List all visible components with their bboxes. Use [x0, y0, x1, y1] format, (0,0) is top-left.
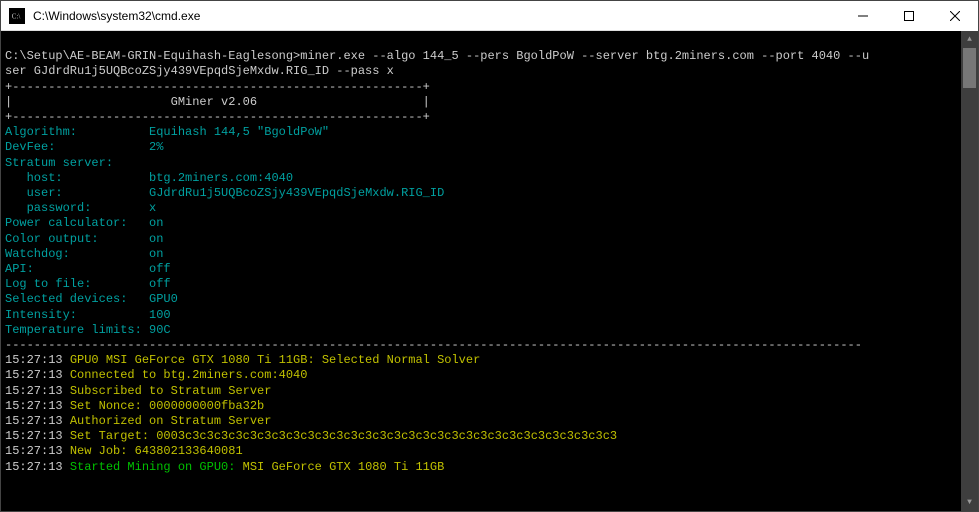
cfg-label: Color output: on — [5, 232, 163, 246]
cmd-icon: C:\ — [9, 8, 25, 24]
cfg-label: Selected devices: GPU0 — [5, 292, 178, 306]
titlebar[interactable]: C:\ C:\Windows\system32\cmd.exe — [1, 1, 978, 31]
cfg-label: API: off — [5, 262, 171, 276]
minimize-button[interactable] — [840, 1, 886, 31]
terminal-output[interactable]: C:\Setup\AE-BEAM-GRIN-Equihash-Eaglesong… — [1, 31, 978, 511]
log-line: 15:27:13 New Job: 643802133640081 — [5, 444, 243, 458]
cfg-label: password: x — [5, 201, 156, 215]
log-line: 15:27:13 Set Target: 0003c3c3c3c3c3c3c3c… — [5, 429, 617, 443]
cmd-window: C:\ C:\Windows\system32\cmd.exe C:\Setup… — [0, 0, 979, 512]
svg-text:C:\: C:\ — [12, 12, 21, 20]
log-line: 15:27:13 Authorized on Stratum Server — [5, 414, 271, 428]
cfg-label: DevFee: 2% — [5, 140, 163, 154]
close-button[interactable] — [932, 1, 978, 31]
cfg-label: user: GJdrdRu1j5UQBcoZSjy439VEpqdSjeMxdw… — [5, 186, 444, 200]
maximize-button[interactable] — [886, 1, 932, 31]
scroll-up-icon[interactable]: ▲ — [961, 31, 978, 48]
cfg-label: host: btg.2miners.com:4040 — [5, 171, 293, 185]
window-controls — [840, 1, 978, 31]
banner-border: +---------------------------------------… — [5, 80, 430, 94]
cfg-label: Intensity: 100 — [5, 308, 171, 322]
cfg-label: Watchdog: on — [5, 247, 163, 261]
cfg-label: Temperature limits: 90C — [5, 323, 171, 337]
scroll-track[interactable] — [961, 48, 978, 494]
log-line: 15:27:13 Connected to btg.2miners.com:40… — [5, 368, 307, 382]
prompt-line: ser GJdrdRu1j5UQBcoZSjy439VEpqdSjeMxdw.R… — [5, 64, 394, 78]
vertical-scrollbar[interactable]: ▲ ▼ — [961, 31, 978, 511]
scroll-thumb[interactable] — [963, 48, 976, 88]
log-line: 15:27:13 Set Nonce: 0000000000fba32b — [5, 399, 264, 413]
cfg-label: Power calculator: on — [5, 216, 163, 230]
content: C:\Setup\AE-BEAM-GRIN-Equihash-Eaglesong… — [5, 49, 974, 475]
prompt-line: C:\Setup\AE-BEAM-GRIN-Equihash-Eaglesong… — [5, 49, 869, 63]
log-line: 15:27:13 GPU0 MSI GeForce GTX 1080 Ti 11… — [5, 353, 480, 367]
banner-border: +---------------------------------------… — [5, 110, 430, 124]
banner-title: | GMiner v2.06 | — [5, 95, 430, 109]
log-line: 15:27:13 Started Mining on GPU0: MSI GeF… — [5, 460, 444, 474]
window-title: C:\Windows\system32\cmd.exe — [31, 9, 840, 23]
log-line: 15:27:13 Subscribed to Stratum Server — [5, 384, 271, 398]
cfg-label: Algorithm: Equihash 144,5 "BgoldPoW" — [5, 125, 329, 139]
cfg-label: Log to file: off — [5, 277, 171, 291]
scroll-down-icon[interactable]: ▼ — [961, 494, 978, 511]
cfg-label: Stratum server: — [5, 156, 113, 170]
separator: ----------------------------------------… — [5, 338, 862, 352]
